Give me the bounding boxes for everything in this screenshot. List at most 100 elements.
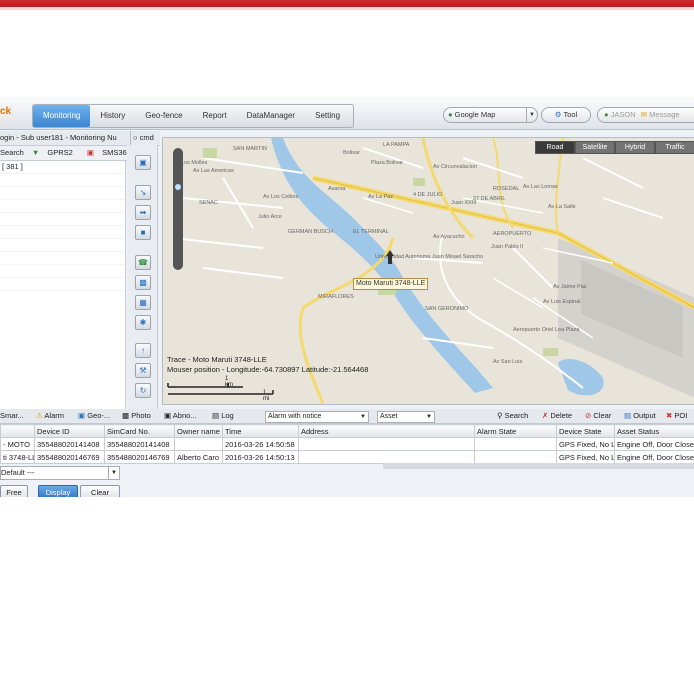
map-label: Av Las Lomas xyxy=(523,184,558,190)
user-name[interactable]: JASON xyxy=(611,110,636,119)
asset-filter-select[interactable]: Asset ▼ xyxy=(377,411,435,423)
trace-line: Trace - Moto Maruti 3748-LLE xyxy=(167,355,267,364)
tree-group-row[interactable]: [ 381 ] xyxy=(0,161,125,174)
map-label: Julio Arce xyxy=(258,214,282,220)
column-header[interactable]: Device State xyxy=(556,424,615,438)
brand-logo: ck xyxy=(0,106,12,117)
tree-row[interactable] xyxy=(0,226,125,239)
map-type-hybrid[interactable]: Hybrid xyxy=(615,141,655,154)
tab-geo-fence[interactable]: Geo-fence xyxy=(135,105,192,127)
tree-row[interactable] xyxy=(0,187,125,200)
tab-smart[interactable]: Smar... xyxy=(0,409,24,423)
map-type-satellite[interactable]: Satellite xyxy=(575,141,615,154)
tab-setting[interactable]: Setting xyxy=(305,105,350,127)
stop-icon[interactable]: ■ xyxy=(135,225,151,240)
alarm-icon: ⚠ xyxy=(36,411,43,420)
send-icon[interactable]: ↘ xyxy=(135,185,151,200)
device-search-row: Search ▼ GPRS2 ▣ SMS360 xyxy=(0,146,131,161)
default-select[interactable]: Default --- ▼ xyxy=(0,466,120,480)
geo-icon: ▣ xyxy=(78,411,86,420)
photo-icon[interactable]: ▩ xyxy=(135,275,151,290)
main-nav: Monitoring History Geo-fence Report Data… xyxy=(32,104,354,128)
tab-log[interactable]: ▤ Log xyxy=(212,409,234,423)
tree-row[interactable] xyxy=(0,252,125,265)
clear-list-button[interactable]: ⊘ Clear xyxy=(585,409,611,423)
table-header-row: Device ID SimCard No. Owner name Time Ad… xyxy=(0,424,694,438)
map-label: Aeropuerto Oriel Lea Plaza xyxy=(513,327,580,333)
refresh-icon[interactable]: ↻ xyxy=(135,383,151,398)
alarm-filter-select[interactable]: Alarm with notice ▼ xyxy=(265,411,369,423)
output-button[interactable]: ▤ Output xyxy=(624,409,656,423)
tab-geo[interactable]: ▣ Geo-... xyxy=(78,409,110,423)
column-header[interactable]: Address xyxy=(298,424,475,438)
table-cell: 355488020141408 xyxy=(104,437,175,451)
settings-icon[interactable]: ✱ xyxy=(135,315,151,330)
tree-row[interactable] xyxy=(0,174,125,187)
delete-button[interactable]: ✗ Delete xyxy=(542,409,572,423)
zoom-handle[interactable] xyxy=(175,184,181,190)
tool-button[interactable]: ⚙ Tool xyxy=(541,107,591,123)
tree-row[interactable] xyxy=(0,239,125,252)
tree-row[interactable] xyxy=(0,278,125,291)
phone-icon[interactable]: ☎ xyxy=(135,255,151,270)
column-header[interactable]: SimCard No. xyxy=(104,424,175,438)
map-label: AEROPUERTO xyxy=(493,231,532,237)
antenna-icon[interactable]: ↑ xyxy=(135,343,151,358)
forward-icon[interactable]: ➡ xyxy=(135,205,151,220)
message-link[interactable]: Message xyxy=(649,110,679,119)
map-label: Av La Paz xyxy=(368,194,393,200)
wrench-icon[interactable]: ⚒ xyxy=(135,363,151,378)
column-header[interactable]: Asset Status xyxy=(614,424,694,438)
main-navbar: ck Monitoring History Geo-fence Report D… xyxy=(0,97,694,130)
map-label: Juan Pablo II xyxy=(491,244,524,250)
tab-smart-label: Smar... xyxy=(0,411,24,420)
column-header[interactable]: Time xyxy=(222,424,299,438)
map-label: Plaza Bolivar xyxy=(371,160,403,166)
map-type-switcher: Road Satellite Hybrid Traffic xyxy=(535,141,694,154)
tab-history[interactable]: History xyxy=(90,105,135,127)
table-cell: 355488020146769 xyxy=(104,450,175,464)
map-view[interactable]: SAN MARTIN Av Las Americas Los Molles SE… xyxy=(162,137,694,405)
tree-row[interactable] xyxy=(0,265,125,278)
map-label: Av La Salle xyxy=(548,204,576,210)
map-label: SAN GERONIMO xyxy=(425,306,469,312)
column-header[interactable] xyxy=(0,424,35,438)
search-tab[interactable]: Search xyxy=(0,148,24,157)
monitor-icon[interactable]: ▣ xyxy=(135,155,151,170)
tree-row[interactable] xyxy=(0,213,125,226)
map-label: ROSEDAL xyxy=(493,186,519,192)
tab-photo[interactable]: ▩ Photo xyxy=(122,409,151,423)
table-cell: GPS Fixed, No Lo xyxy=(556,437,615,451)
table-cell: 2016-03-26 14:50:58 xyxy=(222,437,299,451)
message-icon: ✉ xyxy=(640,110,648,119)
image-icon[interactable]: ▦ xyxy=(135,295,151,310)
column-header[interactable]: Alarm State xyxy=(474,424,557,438)
poi-button[interactable]: ✖ POI xyxy=(666,409,687,423)
search-button[interactable]: ⚲ Search xyxy=(497,409,528,423)
tool-icon: ⚙ xyxy=(554,110,562,119)
cmd-button[interactable]: ○ cmd xyxy=(130,131,160,145)
map-label: SAN MARTIN xyxy=(233,146,267,152)
tab-report[interactable]: Report xyxy=(193,105,237,127)
horizontal-scrollbar[interactable] xyxy=(383,463,694,469)
tab-abnormal[interactable]: ▣ Abno... xyxy=(164,409,197,423)
gprs-tab[interactable]: ▼ GPRS2 xyxy=(32,148,79,157)
map-type-road[interactable]: Road xyxy=(535,141,575,154)
tree-row[interactable] xyxy=(0,200,125,213)
zoom-slider[interactable] xyxy=(173,148,183,270)
map-provider-select[interactable]: ● Google Map ▼ xyxy=(443,107,538,123)
tab-monitoring[interactable]: Monitoring xyxy=(33,105,91,127)
vehicle-callout[interactable]: Moto Maruti 3748-LLE xyxy=(353,278,429,290)
column-header[interactable]: Owner name xyxy=(174,424,223,438)
map-type-traffic[interactable]: Traffic xyxy=(655,141,694,154)
tab-datamanager[interactable]: DataManager xyxy=(237,105,305,127)
table-cell: Engine Off, Door Close, xyxy=(614,450,694,464)
tab-alarm[interactable]: ⚠ Alarm xyxy=(36,409,64,423)
poi-icon: ✖ xyxy=(666,411,673,420)
column-header[interactable]: Device ID xyxy=(34,424,105,438)
map-label: Av Las Americas xyxy=(193,168,234,174)
table-row[interactable]: - MOTO 355488020141408 355488020141408 2… xyxy=(0,437,694,451)
table-row[interactable]: ti 3748-LL 355488020146769 3554880201467… xyxy=(0,450,694,464)
abnormal-icon: ▣ xyxy=(164,411,172,420)
photo-icon: ▩ xyxy=(122,411,130,420)
